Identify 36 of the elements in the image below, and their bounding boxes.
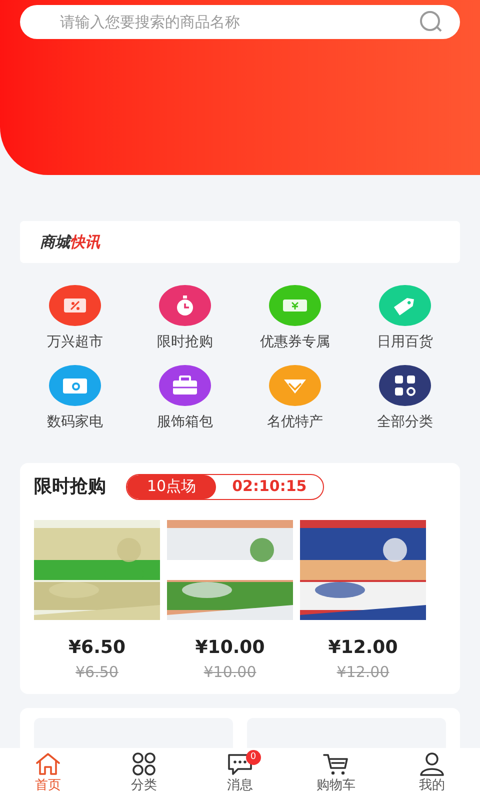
search-icon[interactable] (418, 10, 444, 34)
product-item[interactable]: ¥12.00 ¥12.00 (300, 520, 426, 684)
nav-tab[interactable]: 购物车 (288, 748, 384, 800)
category-label[interactable]: 优惠券专属 (260, 332, 330, 353)
category-label[interactable]: 日用百货 (377, 332, 433, 353)
category-icon[interactable] (159, 365, 211, 406)
countdown-timer: 02:10:15 (231, 476, 308, 498)
nav-tab[interactable]: 我的 (384, 748, 480, 800)
home-icon (35, 752, 61, 776)
category-label[interactable]: 限时抢购 (157, 332, 213, 353)
nav-tab[interactable]: 消息 0 (192, 748, 288, 800)
user-icon (419, 752, 445, 776)
category-label[interactable]: 全部分类 (377, 412, 433, 433)
category-label[interactable]: 数码家电 (47, 412, 103, 433)
product-price: ¥10.00 (195, 636, 265, 660)
search-field[interactable]: 请输入您要搜索的商品名称 (20, 5, 460, 39)
news-logo: 商城快讯 (40, 232, 100, 253)
category-icon[interactable] (379, 365, 431, 406)
chat-icon (226, 752, 254, 776)
product-item[interactable]: ¥6.50 ¥6.50 (34, 520, 160, 684)
category-label[interactable]: 名优特产 (267, 412, 323, 433)
original-price: ¥12.00 (336, 662, 390, 683)
original-price: ¥6.50 (76, 662, 118, 683)
original-price: ¥10.00 (204, 662, 256, 683)
grid-icon (131, 752, 157, 776)
session-label: 10点场 (127, 474, 216, 498)
product-item[interactable]: ¥10.00 ¥10.00 (167, 520, 293, 684)
product-price: ¥6.50 (68, 636, 126, 660)
nav-tab[interactable]: 首页 (0, 748, 96, 800)
flash-sale-title: 限时抢购 (34, 475, 106, 499)
cart-icon (322, 752, 350, 776)
unread-badge: 0 (246, 750, 261, 765)
product-price: ¥12.00 (328, 636, 398, 660)
category-label[interactable]: 服饰箱包 (157, 412, 213, 433)
category-label[interactable]: 万兴超市 (47, 332, 103, 353)
nav-tab[interactable]: 分类 (96, 748, 192, 800)
